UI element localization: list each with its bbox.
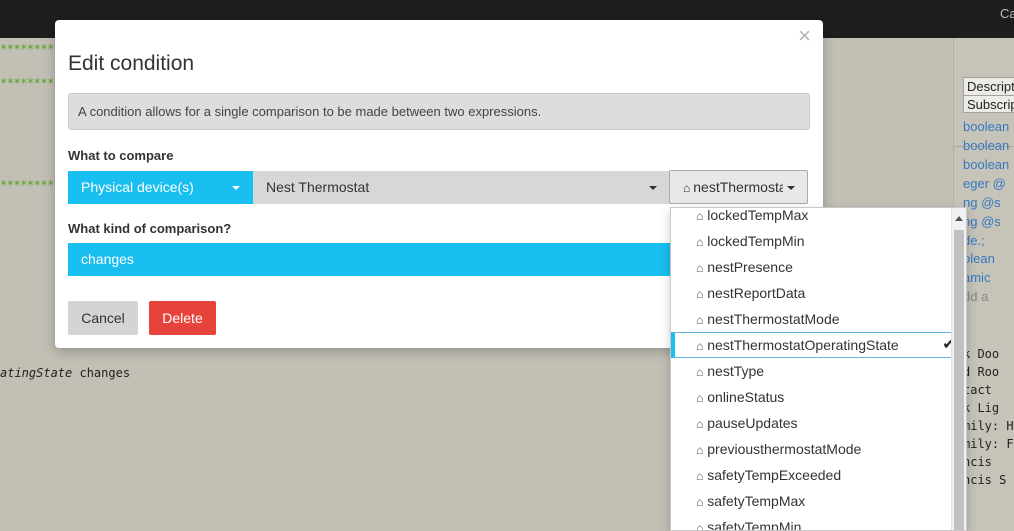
home-icon: ⌂ xyxy=(696,521,704,531)
subject-type-select[interactable]: Physical device(s) xyxy=(68,171,253,204)
home-icon: ⌂ xyxy=(696,209,704,223)
attribute-select[interactable]: ⌂nestThermostatOperatingState xyxy=(669,170,808,204)
device-select[interactable]: Nest Thermostat xyxy=(253,171,669,204)
subject-type-value: Physical device(s) xyxy=(81,179,194,195)
attribute-option-label: nestThermostatOperatingState xyxy=(707,337,899,353)
attribute-option-label: lockedTempMax xyxy=(707,207,809,223)
home-icon: ⌂ xyxy=(696,313,704,327)
attribute-option[interactable]: ⌂ pauseUpdates xyxy=(671,410,952,436)
panel-line: boolean xyxy=(963,138,1010,153)
attribute-option-label: nestThermostatMode xyxy=(707,311,840,327)
attribute-option[interactable]: ⌂ safetyTempMin xyxy=(671,514,952,531)
attribute-option-label: safetyTempExceeded xyxy=(707,467,842,483)
info-callout: A condition allows for a single comparis… xyxy=(68,93,810,130)
attribute-option[interactable]: ⌂ nestThermostatOperatingState ✔ xyxy=(671,332,966,358)
comparison-value: changes xyxy=(81,251,134,267)
panel-header-subscriptions[interactable]: Subscriptions xyxy=(964,95,1014,112)
home-icon: ⌂ xyxy=(696,261,704,275)
chevron-down-icon xyxy=(649,186,657,190)
scroll-up-arrow-icon[interactable] xyxy=(955,216,963,221)
attribute-option[interactable]: ⌂ nestReportData xyxy=(671,280,952,306)
code-comment-stars: ************** xyxy=(0,76,56,90)
panel-line: amic xyxy=(963,270,991,285)
panel-line: boolean xyxy=(963,157,1010,172)
panel-line: mily: H xyxy=(963,419,1014,433)
panel-line: k Lig xyxy=(963,401,1000,415)
home-icon: ⌂ xyxy=(696,443,704,457)
panel-line: ng @s xyxy=(963,214,1001,229)
home-icon: ⌂ xyxy=(696,365,704,379)
attribute-option-label: nestType xyxy=(707,363,765,379)
attribute-option-label: safetyTempMax xyxy=(707,493,806,509)
home-icon: ⌂ xyxy=(696,391,704,405)
attribute-option-label: lockedTempMin xyxy=(707,233,805,249)
panel-line: ncis xyxy=(963,455,992,469)
attribute-option-label: previousthermostatMode xyxy=(707,441,862,457)
home-icon: ⌂ xyxy=(696,469,704,483)
attribute-option[interactable]: ⌂ nestThermostatMode xyxy=(671,306,952,332)
code-attribute-name: atingState xyxy=(0,366,73,380)
attribute-option[interactable]: ⌂ onlineStatus xyxy=(671,384,952,410)
panel-line: boolean xyxy=(963,119,1010,134)
attribute-option[interactable]: ⌂ safetyTempExceeded xyxy=(671,462,952,488)
delete-button[interactable]: Delete xyxy=(149,301,216,335)
attribute-option-label: safetyTempMin xyxy=(707,519,802,531)
attribute-option[interactable]: ⌂ safetyTempMax xyxy=(671,488,952,514)
panel-line: tact xyxy=(963,383,992,397)
panel-line: eger @ xyxy=(963,176,1006,191)
comparison-select[interactable]: changes xyxy=(68,243,670,276)
home-icon: ⌂ xyxy=(696,339,704,353)
comparison-kind-label: What kind of comparison? xyxy=(68,221,232,236)
chevron-down-icon xyxy=(787,186,795,190)
code-condition-line: atingState changes xyxy=(0,366,130,380)
panel-line: k Doo xyxy=(963,347,1000,361)
attribute-option[interactable]: ⌂ nestPresence xyxy=(671,254,952,280)
attribute-option[interactable]: ⌂ lockedTempMax xyxy=(671,207,952,228)
code-comment-stars: ************** xyxy=(0,42,56,56)
home-icon: ⌂ xyxy=(696,417,704,431)
topbar-menu-text[interactable]: Ca xyxy=(1000,6,1014,21)
modal-title: Edit condition xyxy=(68,52,195,75)
attribute-option[interactable]: ⌂ lockedTempMin xyxy=(671,228,952,254)
attribute-dropdown-list: ⌂ lockedTempMax ⌂ lockedTempMin ⌂ nestPresenc… xyxy=(670,207,967,531)
attribute-option-label: pauseUpdates xyxy=(707,415,798,431)
home-icon: ⌂ xyxy=(696,235,704,249)
panel-line: mily: F xyxy=(963,437,1014,451)
attribute-option-label: onlineStatus xyxy=(707,389,785,405)
attribute-option[interactable]: ⌂ nestType xyxy=(671,358,952,384)
cancel-button[interactable]: Cancel xyxy=(68,301,138,335)
dropdown-scrollbar[interactable] xyxy=(951,208,966,530)
panel-header-description[interactable]: Description xyxy=(964,78,1014,95)
code-comment-stars: ************** xyxy=(0,178,56,192)
panel-line: olean xyxy=(963,251,995,266)
close-icon[interactable]: × xyxy=(798,25,811,47)
panel-line: d Roo xyxy=(963,365,1000,379)
attribute-option[interactable]: ⌂ previousthermostatMode xyxy=(671,436,952,462)
panel-line: ng @s xyxy=(963,195,1001,210)
panel-header-table: Description Subscriptions xyxy=(963,77,1014,113)
attribute-option-label: nestPresence xyxy=(707,259,793,275)
what-to-compare-label: What to compare xyxy=(68,148,174,163)
home-icon: ⌂ xyxy=(683,181,691,195)
device-value: Nest Thermostat xyxy=(266,179,370,195)
panel-line: ncis S xyxy=(963,473,1007,487)
home-icon: ⌂ xyxy=(696,495,704,509)
attribute-options: ⌂ lockedTempMax ⌂ lockedTempMin ⌂ nestPresenc… xyxy=(671,207,966,531)
home-icon: ⌂ xyxy=(696,287,704,301)
code-comparison-text: changes xyxy=(72,366,131,380)
scrollbar-thumb[interactable] xyxy=(954,230,964,530)
chevron-down-icon xyxy=(232,186,240,190)
attribute-option-label: nestReportData xyxy=(707,285,806,301)
attribute-value: nestThermostatOperatingState xyxy=(693,179,783,195)
